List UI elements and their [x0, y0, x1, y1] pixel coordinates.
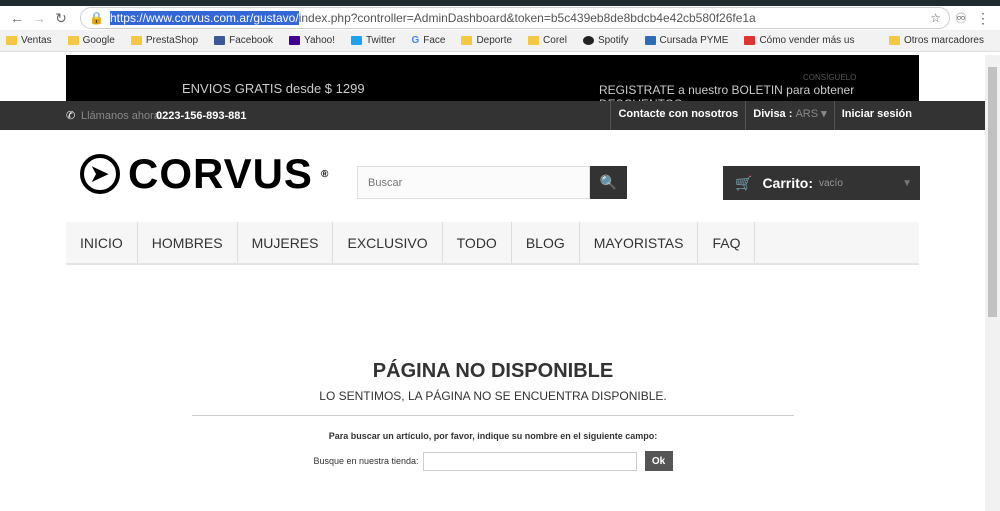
logo[interactable]: ➤ CORVUS ®: [80, 150, 329, 198]
bookmark[interactable]: Yahoo!: [289, 35, 335, 46]
bookmark[interactable]: Google: [67, 35, 115, 46]
bookmark[interactable]: Facebook: [214, 35, 273, 46]
reload-icon[interactable]: ↻: [50, 10, 72, 27]
ok-button[interactable]: Ok: [644, 451, 673, 471]
page-not-available: PÁGINA NO DISPONIBLE LO SENTIMOS, LA PÁG…: [192, 360, 794, 471]
cart-button[interactable]: 🛒 Carrito: vacío ▼: [723, 166, 920, 200]
search-icon: 🔍: [599, 174, 618, 190]
call-label: Llámanos ahora:: [81, 110, 163, 122]
url-rest: index.php?controller=AdminDashboard&toke…: [298, 11, 756, 25]
bookmark[interactable]: Cómo vender más us: [744, 35, 854, 46]
scrollbar[interactable]: [985, 55, 1000, 511]
logo-icon: ➤: [80, 154, 120, 194]
back-icon[interactable]: ←: [6, 10, 28, 26]
menu-item[interactable]: MAYORISTAS: [580, 222, 699, 263]
phone-number: 0223-156-893-881: [156, 110, 247, 122]
chevron-down-icon: ▼: [902, 177, 912, 189]
search-hint: Para buscar un artículo, por favor, indi…: [328, 431, 658, 441]
other-bookmarks[interactable]: Otros marcadores: [888, 35, 984, 46]
top-bar: ✆ Llámanos ahora: 0223-156-893-881 Conta…: [0, 101, 985, 130]
search-input[interactable]: [357, 166, 590, 199]
store-search-form: Busque en nuestra tienda: Ok: [192, 451, 794, 471]
url-input[interactable]: 🔒 https://www.corvus.com.ar/gustavo/index…: [80, 7, 950, 29]
menu-item[interactable]: TODO: [443, 222, 512, 263]
login-link[interactable]: Iniciar sesión: [833, 101, 919, 130]
store-search-input[interactable]: [422, 451, 637, 471]
bookmarks-bar: Ventas Google PrestaShop Facebook Yahoo!…: [0, 30, 1000, 52]
menu-item[interactable]: EXCLUSIVO: [333, 222, 443, 263]
bookmark[interactable]: Deporte: [461, 35, 512, 46]
menu-item[interactable]: MUJERES: [238, 222, 334, 263]
bookmark[interactable]: Corel: [528, 35, 567, 46]
lock-icon: 🔒: [89, 11, 104, 25]
contact-link[interactable]: Contacte con nosotros: [610, 101, 745, 130]
search-button[interactable]: 🔍: [590, 166, 627, 199]
search-form: 🔍: [357, 166, 627, 199]
bookmark[interactable]: Ventas: [6, 35, 52, 46]
bookmark[interactable]: Spotify: [582, 35, 629, 46]
main-menu: INICIO HOMBRES MUJERES EXCLUSIVO TODO BL…: [66, 222, 919, 265]
menu-item[interactable]: FAQ: [698, 222, 756, 263]
bookmark[interactable]: Cursada PYME: [644, 35, 728, 46]
extension-icon[interactable]: ♾: [950, 10, 972, 27]
menu-item[interactable]: HOMBRES: [138, 222, 238, 263]
currency-selector[interactable]: Divisa : ARS ▾: [745, 101, 833, 130]
page-subtitle: LO SENTIMOS, LA PÁGINA NO SE ENCUENTRA D…: [192, 389, 794, 416]
page-title: PÁGINA NO DISPONIBLE: [372, 360, 614, 382]
cart-icon: 🛒: [735, 174, 753, 191]
forward-icon[interactable]: →: [28, 10, 50, 26]
address-bar-row: ← → ↻ 🔒 https://www.corvus.com.ar/gustavo…: [0, 6, 1000, 30]
menu-item[interactable]: BLOG: [512, 222, 580, 263]
bookmark[interactable]: Twitter: [350, 35, 395, 46]
promo-banner[interactable]: ENVIOS GRATIS desde $ 1299 CONSÍGUELO RE…: [66, 55, 919, 111]
bookmark[interactable]: PrestaShop: [130, 35, 198, 46]
star-icon[interactable]: ☆: [930, 11, 941, 25]
menu-item[interactable]: INICIO: [66, 222, 138, 263]
menu-icon[interactable]: ⋮: [972, 10, 994, 27]
store-search-label: Busque en nuestra tienda:: [313, 456, 419, 466]
banner-shipping-text: ENVIOS GRATIS desde $ 1299: [182, 81, 365, 96]
bookmark[interactable]: G Face: [411, 35, 445, 46]
scrollbar-thumb[interactable]: [988, 67, 997, 317]
phone-icon: ✆: [66, 110, 76, 122]
url-selected: https://www.corvus.com.ar/gustavo/: [109, 11, 299, 25]
banner-consiguelo: CONSÍGUELO: [803, 73, 857, 82]
